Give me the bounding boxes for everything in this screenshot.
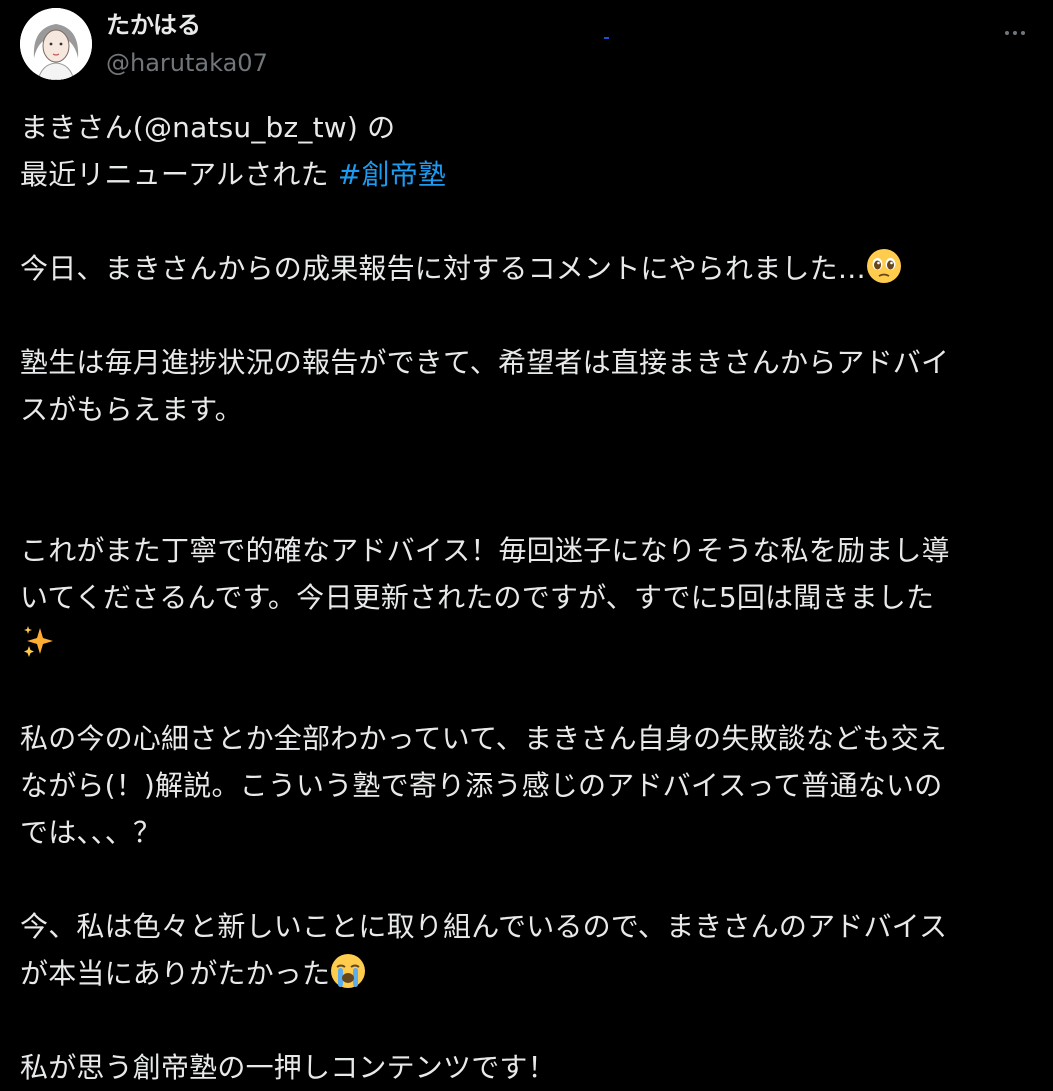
author-names: たかはる @harutaka07 xyxy=(106,8,268,80)
text-fragment: 最近リニューアルされた xyxy=(20,158,329,191)
text-line xyxy=(20,621,1033,668)
sparkles-emoji xyxy=(24,626,53,657)
pleading-face-emoji xyxy=(867,249,902,283)
text-fragment: 今日、まきさんからの成果報告に対するコメントにやられました… xyxy=(20,252,867,285)
text-line: 塾生は毎月進捗状況の報告ができて、希望者は直接まきさんからアドバイ xyxy=(20,346,950,379)
text-fragment: まきさん( xyxy=(20,111,144,144)
text-line: 最近リニューアルされた #創帝塾 xyxy=(20,151,1033,198)
decorative-mark xyxy=(604,37,609,39)
person-avatar-icon[interactable] xyxy=(20,8,92,80)
text-line: これがまた丁寧で的確なアドバイス！毎回迷子になりそうな私を励まし導 xyxy=(20,534,950,567)
text-line: スがもらえます。 xyxy=(20,393,243,426)
dot xyxy=(1005,31,1009,35)
more-dots-icon[interactable] xyxy=(997,18,1033,48)
text-fragment: が本当にありがたかった xyxy=(20,957,331,990)
text-line: 今、私は色々と新しいことに取り組んでいるので、まきさんのアドバイス xyxy=(20,910,948,943)
text-line: では、、、？ xyxy=(20,816,162,849)
text-line: まきさん(@natsu_bz_tw) の xyxy=(20,104,1033,151)
tweet-card: たかはる @harutaka07 まきさん(@natsu_bz_tw) の 最近… xyxy=(0,0,1053,1084)
dot xyxy=(1013,31,1017,35)
text-line: が本当にありがたかった xyxy=(20,950,1033,997)
text-line: 私が思う創帝塾の一押しコンテンツです！ xyxy=(20,1051,556,1084)
tweet-header: たかはる @harutaka07 xyxy=(20,8,1033,84)
mention-link[interactable]: @natsu_bz_tw xyxy=(144,111,347,144)
text-line: 私の今の心細さとか全部わかっていて、まきさん自身の失敗談なども交え xyxy=(20,722,947,755)
text-line: 今日、まきさんからの成果報告に対するコメントにやられました… xyxy=(20,245,1033,292)
text-line: いてくださるんです。今日更新されたのですが、すでに5回は聞きました xyxy=(20,581,935,614)
text-line: ながら(！)解説。こういう塾で寄り添う感じのアドバイスって普通ないの xyxy=(20,769,943,802)
author-handle[interactable]: @harutaka07 xyxy=(106,46,268,80)
author-display-name[interactable]: たかはる xyxy=(106,8,268,42)
hashtag-link[interactable]: #創帝塾 xyxy=(338,158,446,191)
tweet-text: まきさん(@natsu_bz_tw) の 最近リニューアルされた #創帝塾 今日… xyxy=(20,104,1033,1091)
loudly-crying-face-emoji xyxy=(331,954,366,988)
text-fragment: ) の xyxy=(346,111,396,144)
dot xyxy=(1021,31,1025,35)
